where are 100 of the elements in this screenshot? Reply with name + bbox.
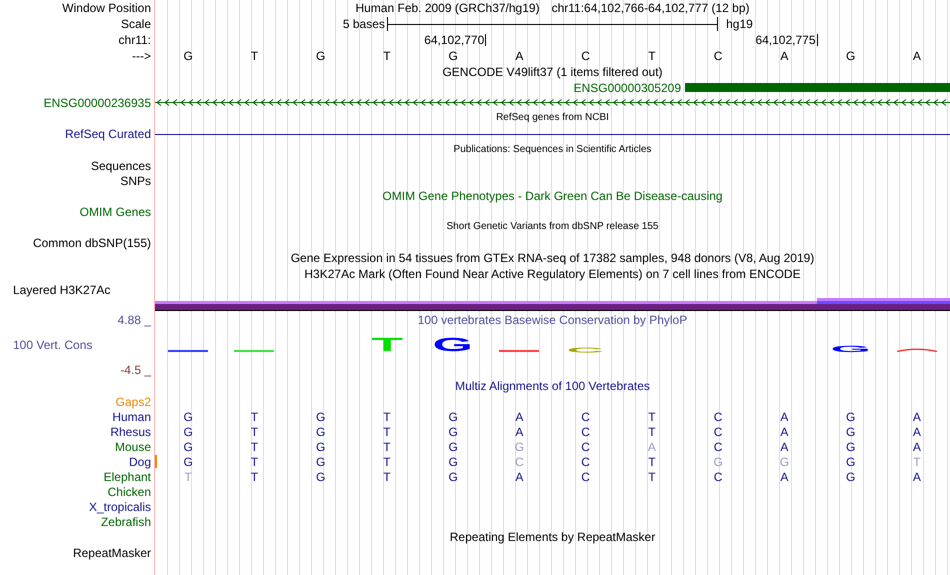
aligned-base: T [382,456,392,468]
aligned-base: A [646,440,657,452]
base-letter: A [514,50,524,62]
aligned-base: G [712,456,724,468]
track-label[interactable]: ---> [132,50,151,62]
coordinate-tick: 64,102,775 [755,34,818,46]
base-letter: A [912,50,922,62]
track-title: Gene Expression in 54 tissues from GTEx RNA-seq of 17382 samples, 948 donors (V8, Aug 2019) [290,252,814,264]
track-label[interactable]: Rhesus [110,426,151,438]
track-title: Repeating Elements by RepeatMasker [450,531,656,543]
track-label[interactable]: Human [112,410,151,422]
aligned-base: C [580,440,591,452]
aligned-base: G [447,440,459,452]
track-label[interactable]: Dog [128,456,151,468]
aligned-base: A [912,410,922,422]
track-title: Publications: Sequences in Scientific Articles [454,145,652,155]
track-label[interactable]: 100 Vert. Cons [13,339,92,351]
base-letter: T [382,50,392,62]
aligned-base: A [514,470,524,482]
aligned-base: G [844,470,856,482]
aligned-base: C [712,470,724,482]
aligned-base: A [912,440,922,452]
signal-bar[interactable] [155,298,950,312]
track-title: GENCODE V49lift37 (1 items filtered out) [442,66,663,78]
scale-size: 5 bases [342,18,386,30]
track-label[interactable]: X_tropicalis [88,500,151,512]
track-label[interactable]: Scale [120,18,151,30]
aligned-base: G [314,440,326,452]
aligned-base: G [447,426,459,438]
aligned-base: C [580,456,591,468]
track-label[interactable]: Layered H3K27Ac [13,284,110,296]
track-label[interactable]: OMIM Genes [80,206,151,218]
base-letter: A [779,50,790,62]
aligned-base: G [314,470,326,482]
aligned-base: A [912,426,922,438]
track-title: RefSeq genes from NCBI [496,113,609,123]
base-letter: G [844,50,856,62]
aligned-base: C [514,456,525,468]
track-label[interactable]: Common dbSNP(155) [32,236,151,248]
aligned-base: G [182,440,194,452]
aligned-base: G [447,456,459,468]
aligned-base: A [779,410,790,422]
axis-min-label: -4.5 _ [120,364,151,376]
aligned-base: G [447,410,459,422]
aligned-base: C [580,426,591,438]
track-label[interactable]: RefSeq Curated [64,128,151,140]
aligned-base: G [447,470,459,482]
aligned-base: T [647,456,657,468]
aligned-base: T [250,426,260,438]
aligned-base: G [778,456,790,468]
aligned-base: T [183,470,193,482]
track-label[interactable]: SNPs [120,174,151,186]
aligned-base: G [844,410,856,422]
aligned-base: T [382,410,392,422]
aligned-base: T [647,410,657,422]
aligned-base: G [182,426,194,438]
base-letter: C [712,50,724,62]
track-label[interactable]: Mouse [114,440,151,452]
conservation-logo-letter: G [432,338,474,353]
aligned-base: G [314,456,326,468]
aligned-base: A [779,440,790,452]
aligned-base: A [912,470,922,482]
aligned-base: G [314,410,326,422]
aligned-base: C [712,440,724,452]
aligned-base: T [912,456,922,468]
gene-name[interactable]: ENSG00000305209 [155,82,685,94]
aligned-base: A [514,410,524,422]
aligned-base: G [844,440,856,452]
aligned-base: T [250,410,260,422]
track-title: Multiz Alignments of 100 Vertebrates [455,380,650,392]
scale-assembly: hg19 [725,18,754,30]
aligned-base: T [382,470,392,482]
track-label[interactable]: RepeatMasker [72,546,151,558]
base-letter: T [250,50,260,62]
track-label[interactable]: ENSG00000236935 [44,96,151,108]
aligned-base: C [580,410,591,422]
aligned-base: T [382,440,392,452]
base-letter: C [580,50,591,62]
track-label[interactable]: Zebrafish [100,516,151,528]
conservation-logo-letter: G [830,346,871,353]
base-letter: G [314,50,326,62]
axis-max-label: 4.88 _ [118,314,151,326]
track-label[interactable]: Window Position [62,2,151,14]
aligned-base: C [712,426,724,438]
base-letter: G [182,50,194,62]
track-label[interactable]: Chicken [108,486,151,498]
track-label[interactable]: chr11: [118,34,151,46]
coordinate-tick: 64,102,770 [424,34,486,46]
track-label[interactable]: Sequences [90,160,151,172]
track-title: 100 vertebrates Basewise Conservation by PhyloP [418,314,688,326]
aligned-base: T [647,470,657,482]
aligned-base: A [514,426,524,438]
aligned-base: G [314,426,326,438]
aligned-base: T [647,426,657,438]
aligned-base: A [779,470,790,482]
assembly-title: Human Feb. 2009 (GRCh37/hg19) [355,2,540,14]
track-title: H3K27Ac Mark (Often Found Near Active Regulatory Elements) on 7 cell lines from ENCODE [304,268,801,280]
track-label[interactable]: Elephant [104,470,151,482]
track-title: OMIM Gene Phenotypes - Dark Green Can Be Disease-causing [382,190,723,202]
aligned-base: T [250,456,260,468]
